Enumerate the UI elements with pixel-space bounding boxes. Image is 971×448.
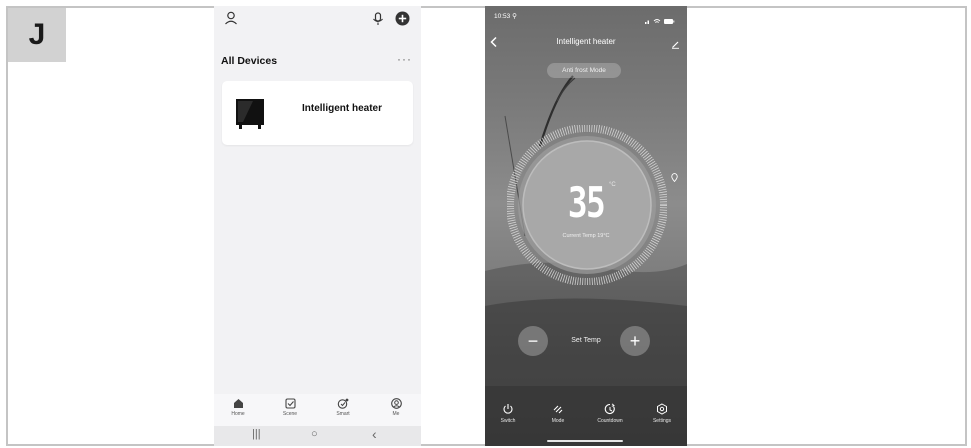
mode-icon [553, 405, 563, 414]
tab-label: Scene [282, 411, 298, 417]
tab-bar: Home Scene Smart Me [214, 394, 421, 426]
settings-icon [657, 403, 667, 415]
plus-circle-icon[interactable] [395, 11, 410, 31]
mode-button[interactable]: Mode [536, 403, 580, 424]
home-button[interactable]: ○ [311, 428, 318, 440]
device-list-screen: All Devices ··· Intelligent heater Home … [214, 6, 421, 446]
set-temp-label: Set Temp [571, 337, 601, 344]
tab-smart[interactable]: Smart [323, 398, 363, 417]
tab-scene[interactable]: Scene [270, 398, 310, 417]
tab-home[interactable]: Home [218, 398, 258, 417]
heater-icon [235, 98, 265, 135]
action-label: Countdown [597, 418, 623, 424]
microphone-icon[interactable] [372, 12, 384, 31]
action-label: Switch [500, 418, 516, 424]
more-button[interactable]: ··· [397, 52, 412, 66]
status-icons [645, 12, 675, 30]
system-nav-bar: ||| ○ ‹ [214, 426, 421, 446]
back-button[interactable]: ‹ [372, 426, 377, 442]
timer-icon [604, 403, 615, 415]
heater-control-screen: 10:53 ⚲ Intelligent heater Anti frost Mo… [485, 6, 687, 446]
switch-button[interactable]: Switch [486, 403, 530, 424]
smart-icon [337, 398, 349, 409]
current-temperature: Current Temp 19°C [562, 233, 610, 239]
countdown-button[interactable]: Countdown [588, 403, 632, 424]
location-pin-icon [671, 169, 678, 187]
home-icon [233, 399, 243, 408]
tab-me[interactable]: Me [376, 398, 416, 417]
mode-badge[interactable]: Anti frost Mode [547, 63, 621, 78]
settings-button[interactable]: Settings [640, 403, 684, 424]
edit-icon[interactable] [671, 36, 680, 54]
device-title: Intelligent heater [556, 37, 616, 46]
device-name: Intelligent heater [302, 103, 383, 114]
check-square-icon [284, 398, 296, 409]
power-icon [503, 404, 513, 414]
top-bar [214, 6, 421, 34]
status-time: 10:53 ⚲ [494, 13, 517, 20]
increase-temp-button[interactable]: + [620, 326, 650, 356]
temperature-unit: °C [609, 182, 616, 188]
figure-label: J [8, 8, 66, 62]
recents-button[interactable]: ||| [252, 428, 261, 440]
action-label: Settings [652, 418, 672, 424]
action-label: Mode [551, 418, 565, 424]
user-circle-icon [390, 398, 402, 409]
device-card[interactable]: Intelligent heater [222, 81, 413, 145]
home-indicator[interactable] [547, 440, 623, 442]
set-temperature-value: 35 [567, 178, 606, 227]
tab-label: Smart [336, 411, 350, 417]
user-icon[interactable] [224, 11, 238, 30]
tab-label: Me [392, 411, 400, 417]
tab-label: Home [231, 411, 245, 417]
page-title: All Devices [221, 55, 278, 67]
